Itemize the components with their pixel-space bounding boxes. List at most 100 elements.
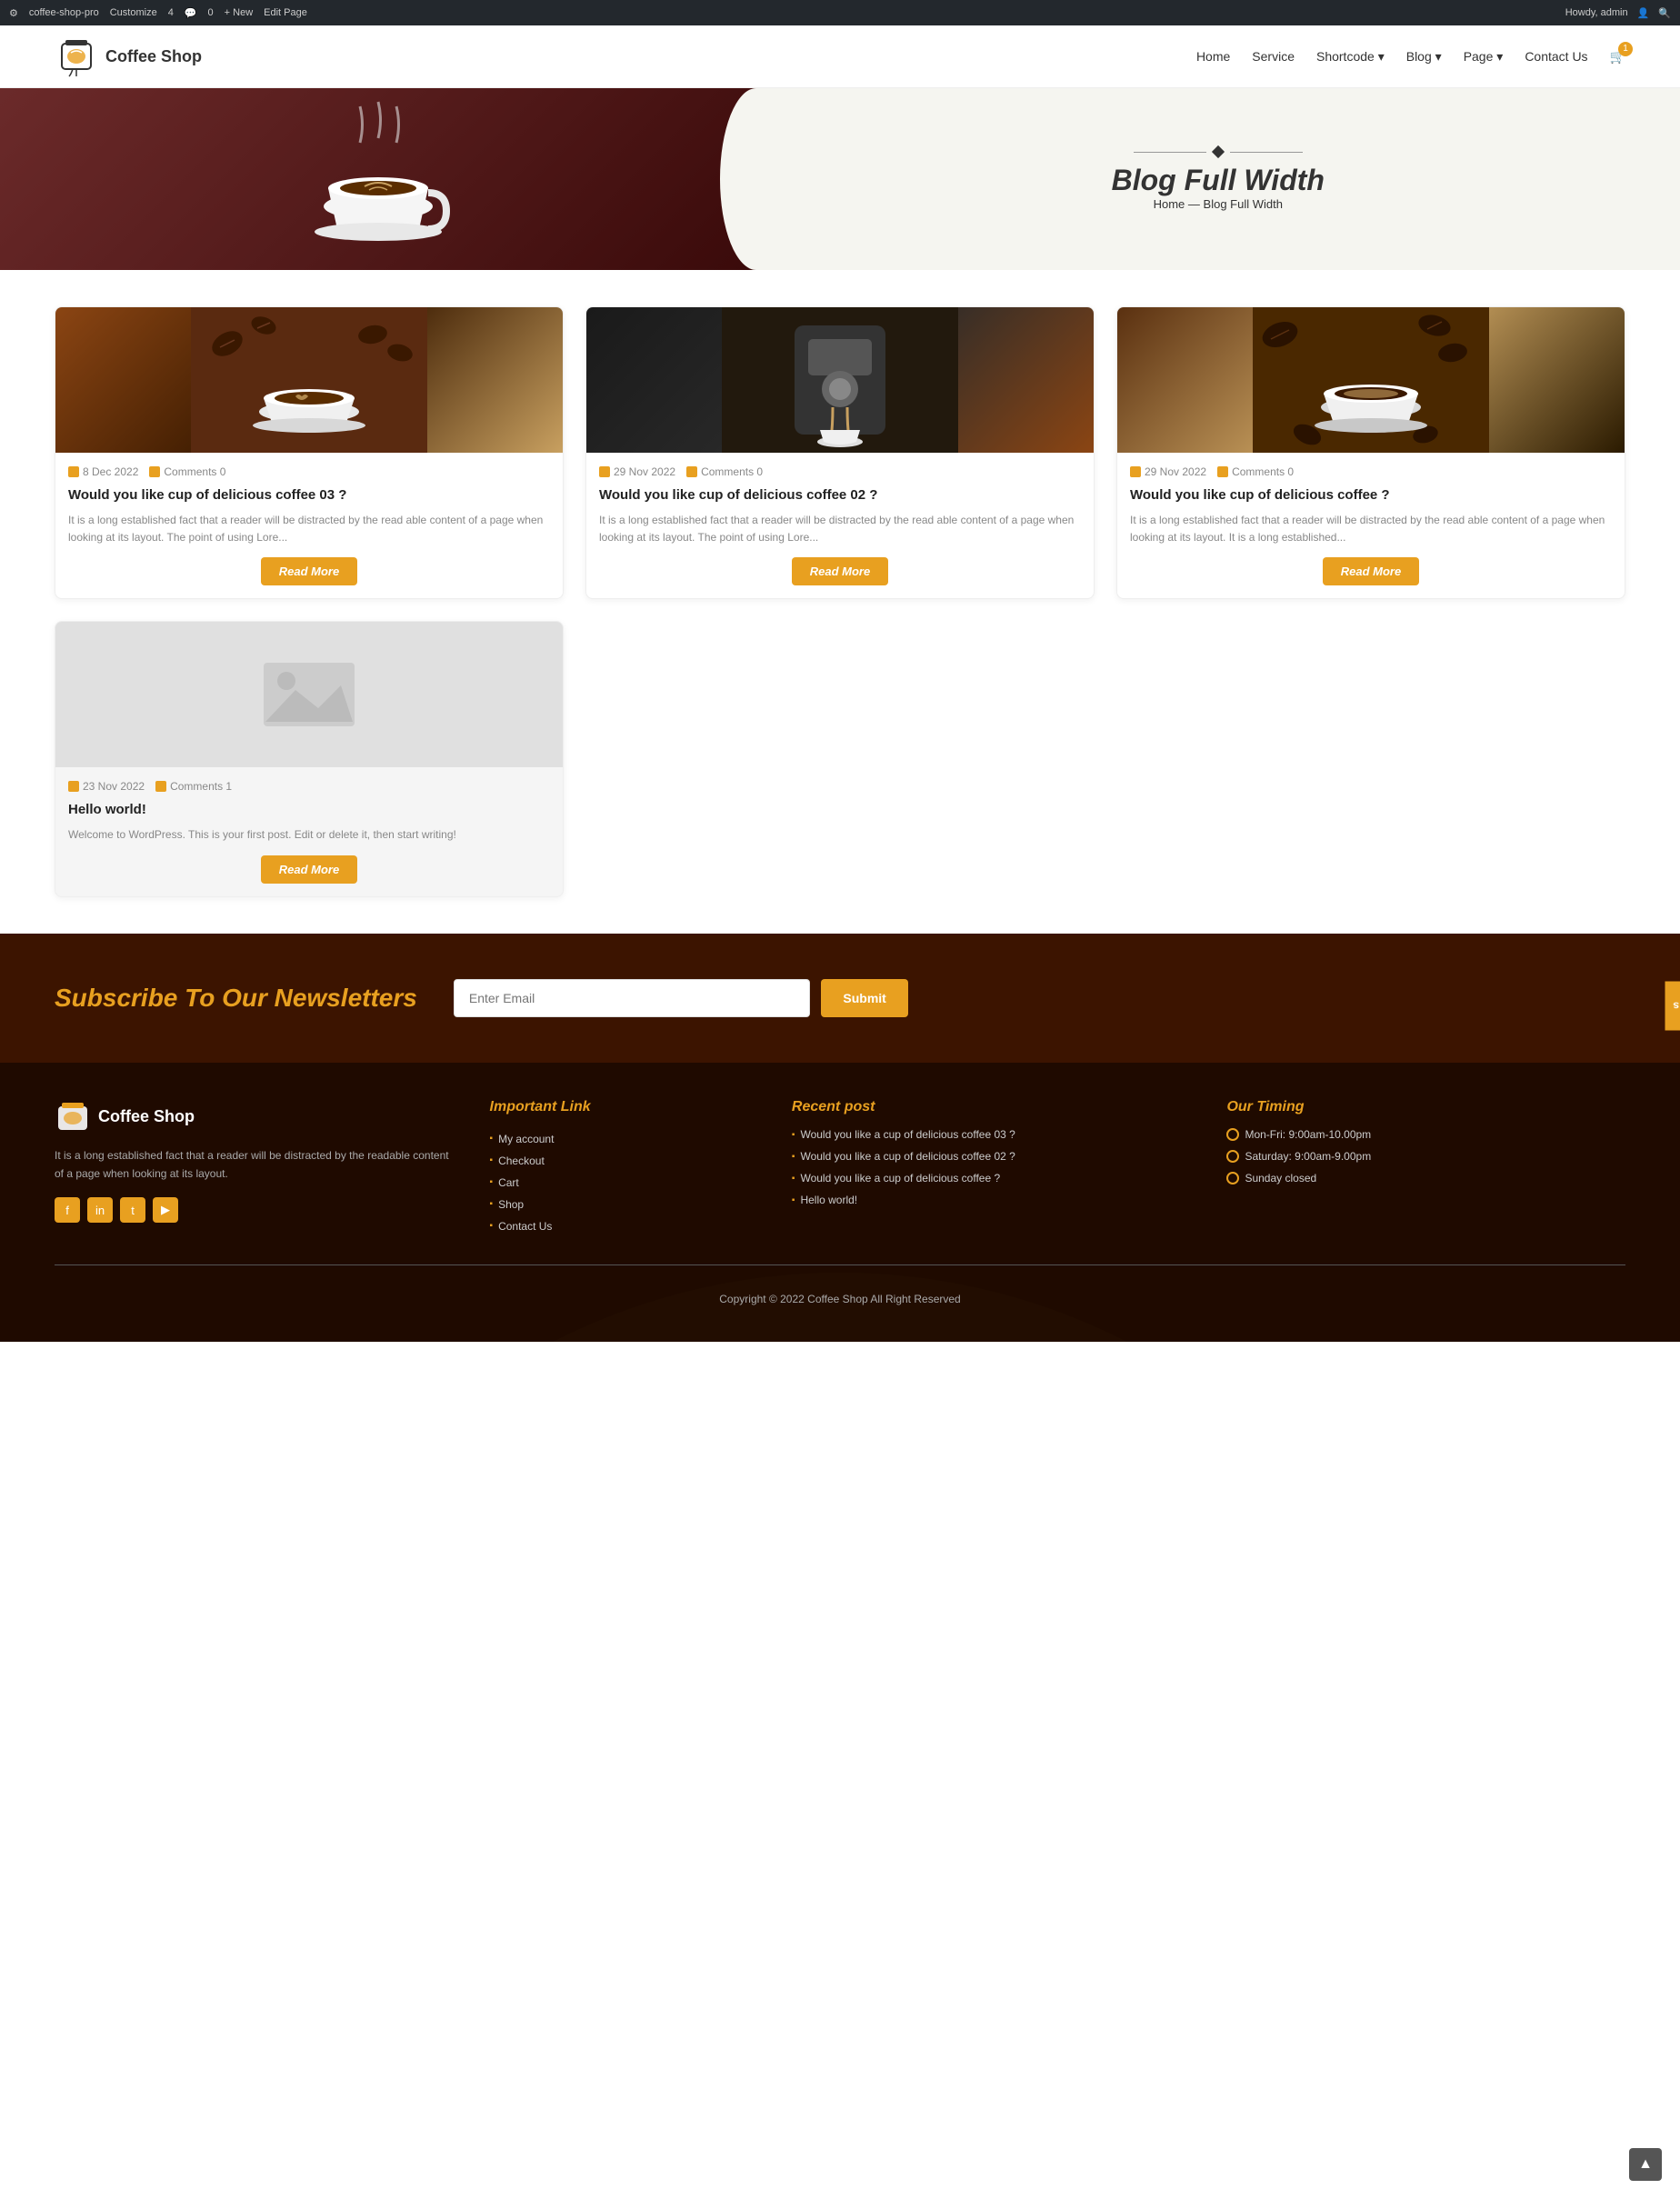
blog-meta-1: 8 Dec 2022 Comments 0: [68, 465, 550, 478]
footer-link-list: My account Checkout Cart Shop Contact Us: [490, 1128, 755, 1237]
cart-icon[interactable]: 🛒 1: [1610, 49, 1625, 65]
nav-contact[interactable]: Contact Us: [1525, 49, 1587, 64]
read-more-btn-1[interactable]: Read More: [261, 557, 357, 585]
blog-comments-1: Comments 0: [149, 465, 225, 478]
comments-icon-1: [149, 466, 160, 477]
blog-grid: 8 Dec 2022 Comments 0 Would you like cup…: [55, 306, 1625, 599]
blog-title-4: Hello world!: [68, 800, 550, 819]
nav-shortcode[interactable]: Shortcode ▾: [1316, 49, 1385, 65]
footer-timing-title: Our Timing: [1226, 1099, 1625, 1115]
blog-meta-2: 29 Nov 2022 Comments 0: [599, 465, 1081, 478]
footer-timing-1: Mon-Fri: 9:00am-10.00pm: [1226, 1128, 1625, 1141]
footer-link-contact[interactable]: Contact Us: [490, 1215, 755, 1237]
breadcrumb-home[interactable]: Home: [1154, 197, 1185, 211]
comments-zero[interactable]: 0: [208, 7, 214, 18]
blog-card-3: 29 Nov 2022 Comments 0 Would you like cu…: [1116, 306, 1625, 599]
nav-page[interactable]: Page ▾: [1464, 49, 1504, 65]
calendar-icon-1: [68, 466, 79, 477]
footer-link-checkout[interactable]: Checkout: [490, 1150, 755, 1172]
new-link[interactable]: + New: [225, 7, 254, 18]
footer-recent-1[interactable]: Would you like a cup of delicious coffee…: [792, 1128, 1191, 1141]
nav-service[interactable]: Service: [1252, 49, 1295, 64]
calendar-icon-3: [1130, 466, 1141, 477]
read-more-btn-4[interactable]: Read More: [261, 855, 357, 884]
blog-card-img-2: [586, 307, 1094, 453]
blog-card-img-1: [55, 307, 563, 453]
calendar-icon-4: [68, 781, 79, 792]
footer-col-brand: Coffee Shop It is a long established fac…: [55, 1099, 454, 1237]
social-youtube[interactable]: ▶: [153, 1197, 178, 1223]
logo-text: Coffee Shop: [105, 47, 202, 66]
footer-link-myaccount[interactable]: My account: [490, 1128, 755, 1150]
blog-card-2: 29 Nov 2022 Comments 0 Would you like cu…: [585, 306, 1095, 599]
comments-icon-4: [155, 781, 166, 792]
breadcrumb-current: Blog Full Width: [1204, 197, 1283, 211]
shortcode-dropdown-icon: ▾: [1378, 49, 1385, 64]
hero-banner: Blog Full Width Home — Blog Full Width: [0, 88, 1680, 270]
blog-card-body-2: 29 Nov 2022 Comments 0 Would you like cu…: [586, 453, 1094, 598]
blog-excerpt-1: It is a long established fact that a rea…: [68, 512, 550, 546]
breadcrumb: Home — Blog Full Width: [1154, 197, 1283, 211]
blog-meta-4: 23 Nov 2022 Comments 1: [68, 780, 550, 793]
page-dropdown-icon: ▾: [1496, 49, 1503, 64]
hero-divider: [1134, 147, 1303, 156]
footer-copyright: Copyright © 2022 Coffee Shop All Right R…: [55, 1284, 1625, 1305]
search-icon[interactable]: 🔍: [1658, 7, 1671, 19]
logo-icon: [55, 35, 98, 78]
newsletter-submit-button[interactable]: Submit: [821, 979, 907, 1017]
social-instagram[interactable]: in: [87, 1197, 113, 1223]
blog-section: 8 Dec 2022 Comments 0 Would you like cup…: [0, 270, 1680, 934]
newsletter-email-input[interactable]: [454, 979, 811, 1017]
howdy-text: Howdy, admin: [1565, 7, 1628, 18]
footer-link-shop[interactable]: Shop: [490, 1194, 755, 1215]
social-facebook[interactable]: f: [55, 1197, 80, 1223]
timing-icon-1: [1226, 1128, 1239, 1141]
read-more-btn-3[interactable]: Read More: [1323, 557, 1419, 585]
blog-comments-2: Comments 0: [686, 465, 763, 478]
blog-card-1: 8 Dec 2022 Comments 0 Would you like cup…: [55, 306, 564, 599]
comments-icon-3: [1217, 466, 1228, 477]
blog-title-1: Would you like cup of delicious coffee 0…: [68, 485, 550, 505]
social-twitter[interactable]: t: [120, 1197, 145, 1223]
read-more-btn-2[interactable]: Read More: [792, 557, 888, 585]
hero-image: [0, 88, 756, 270]
admin-bar: ⚙ coffee-shop-pro Customize 4 💬 0 + New …: [0, 0, 1680, 25]
scroll-top-button[interactable]: ▲: [1629, 2148, 1662, 2181]
comments-count[interactable]: 4: [168, 7, 174, 18]
edit-page-link[interactable]: Edit Page: [264, 7, 307, 18]
footer-recent-3[interactable]: Would you like a cup of delicious coffee…: [792, 1172, 1191, 1184]
main-nav: Home Service Shortcode ▾ Blog ▾ Page ▾ C…: [1196, 49, 1625, 65]
page-title: Blog Full Width: [1112, 164, 1325, 197]
wp-icon: ⚙: [9, 7, 18, 19]
site-logo[interactable]: Coffee Shop: [55, 35, 218, 78]
comments-icon-2: [686, 466, 697, 477]
footer-col-links: Important Link My account Checkout Cart …: [490, 1099, 755, 1237]
footer-links-title: Important Link: [490, 1099, 755, 1115]
contact-side-tab[interactable]: Contact Us: [1665, 981, 1680, 1030]
site-name[interactable]: coffee-shop-pro: [29, 7, 99, 18]
timing-icon-2: [1226, 1150, 1239, 1163]
blog-card-body-4: 23 Nov 2022 Comments 1 Hello world! Welc…: [55, 767, 563, 895]
footer-socials: f in t ▶: [55, 1197, 454, 1223]
footer-desc: It is a long established fact that a rea…: [55, 1146, 454, 1184]
blog-date-1: 8 Dec 2022: [68, 465, 138, 478]
blog-card-img-3: [1117, 307, 1625, 453]
footer-timing-2: Saturday: 9:00am-9.00pm: [1226, 1150, 1625, 1163]
breadcrumb-sep: —: [1188, 197, 1200, 211]
blog-excerpt-4: Welcome to WordPress. This is your first…: [68, 826, 550, 844]
footer-recent-4[interactable]: Hello world!: [792, 1194, 1191, 1206]
site-footer: Coffee Shop It is a long established fac…: [0, 1063, 1680, 1342]
blog-date-4: 23 Nov 2022: [68, 780, 145, 793]
blog-excerpt-2: It is a long established fact that a rea…: [599, 512, 1081, 546]
footer-link-cart[interactable]: Cart: [490, 1172, 755, 1194]
footer-logo-icon: [55, 1099, 91, 1135]
footer-col-timing: Our Timing Mon-Fri: 9:00am-10.00pm Satur…: [1226, 1099, 1625, 1237]
newsletter-title: Subscribe To Our Newsletters: [55, 984, 417, 1013]
nav-blog[interactable]: Blog ▾: [1406, 49, 1442, 65]
customize-link[interactable]: Customize: [110, 7, 157, 18]
comment-icon: 💬: [185, 7, 197, 19]
footer-recent-2[interactable]: Would you like a cup of delicious coffee…: [792, 1150, 1191, 1163]
hero-title-area: Blog Full Width Home — Blog Full Width: [756, 88, 1680, 270]
admin-avatar: 👤: [1637, 7, 1650, 19]
nav-home[interactable]: Home: [1196, 49, 1230, 64]
